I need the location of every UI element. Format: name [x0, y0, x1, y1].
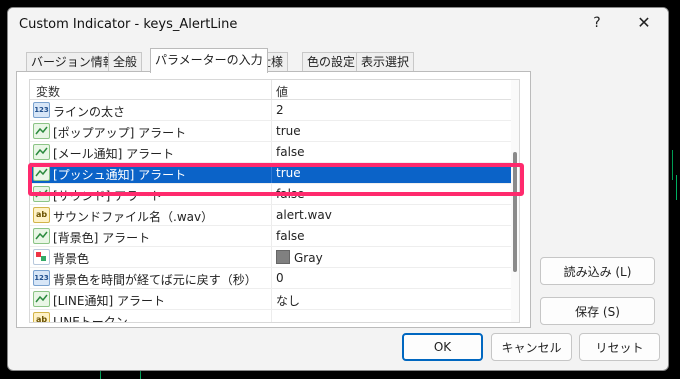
save-button[interactable]: 保存 (S): [540, 297, 655, 325]
tab-strip: バージョン情報 全般 パラメーターの入力 仕様 色の設定 表示選択: [16, 48, 668, 73]
param-value[interactable]: 2: [276, 103, 284, 117]
table-row[interactable]: [メール通知] アラート false: [30, 142, 511, 163]
tab-display-selection[interactable]: 表示選択: [356, 52, 415, 72]
param-name: サウンドファイル名（.wav）: [53, 210, 214, 224]
toggle-icon: [33, 228, 50, 244]
table-row[interactable]: [LINE通知] アラート なし: [30, 289, 511, 310]
parameters-grid: 変数 値 123 ラインの太さ 2 [ポップアップ] アラート true [メー…: [29, 79, 520, 323]
ok-button[interactable]: OK: [402, 333, 483, 361]
vertical-scrollbar[interactable]: [511, 80, 519, 322]
parameters-panel: 変数 値 123 ラインの太さ 2 [ポップアップ] アラート true [メー…: [16, 71, 531, 328]
cancel-button[interactable]: キャンセル: [491, 333, 572, 361]
custom-indicator-dialog: Custom Indicator - keys_AlertLine ? ✕ バー…: [7, 7, 669, 371]
highlight-frame: [28, 163, 524, 196]
param-name: LINEトークン: [53, 315, 128, 323]
title-bar: Custom Indicator - keys_AlertLine ? ✕: [8, 8, 668, 42]
param-value[interactable]: なし: [276, 292, 300, 309]
param-value[interactable]: false: [276, 145, 305, 159]
param-name: [ポップアップ] アラート: [53, 126, 187, 140]
param-name: [背景色] アラート: [53, 231, 151, 245]
param-name: ラインの太さ: [53, 105, 126, 119]
param-name: 背景色を時間が経てば元に戻す（秒）: [53, 273, 257, 287]
table-row[interactable]: ab サウンドファイル名（.wav） alert.wav: [30, 205, 511, 226]
table-row[interactable]: 123 背景色を時間が経てば元に戻す（秒） 0: [30, 268, 511, 289]
number-icon: 123: [33, 102, 50, 118]
chart-bar: [672, 150, 673, 180]
param-value[interactable]: 0: [276, 271, 284, 285]
param-name: 背景色: [53, 252, 90, 266]
param-name: [LINE通知] アラート: [53, 294, 165, 308]
param-value[interactable]: false: [276, 229, 305, 243]
table-row[interactable]: 背景色 Gray: [30, 247, 511, 268]
help-button[interactable]: ?: [590, 15, 604, 31]
header-value: 値: [276, 85, 289, 99]
table-row[interactable]: [ポップアップ] アラート true: [30, 121, 511, 142]
header-variable: 変数: [36, 85, 61, 99]
toggle-icon: [33, 144, 50, 160]
toggle-icon: [33, 123, 50, 139]
text-icon: ab: [33, 312, 50, 322]
chart-bar: [100, 370, 101, 379]
window-title: Custom Indicator - keys_AlertLine: [19, 17, 238, 32]
number-icon: 123: [33, 270, 50, 286]
param-value[interactable]: Gray: [276, 250, 323, 265]
chart-bar: [676, 175, 677, 200]
tab-color-settings[interactable]: 色の設定: [302, 52, 361, 72]
reset-button[interactable]: リセット: [579, 333, 660, 361]
grid-header: 変数 値: [30, 80, 511, 100]
table-row[interactable]: 123 ラインの太さ 2: [30, 100, 511, 121]
close-button[interactable]: ✕: [636, 13, 652, 32]
color-icon: [33, 249, 50, 265]
table-row[interactable]: ab LINEトークン: [30, 310, 511, 323]
tab-version-info[interactable]: バージョン情報: [26, 52, 120, 72]
param-name: [メール通知] アラート: [53, 147, 175, 161]
tab-general[interactable]: 全般: [108, 52, 143, 72]
tab-parameters[interactable]: パラメーターの入力: [150, 48, 268, 73]
table-row[interactable]: [背景色] アラート false: [30, 226, 511, 247]
param-value[interactable]: true: [276, 124, 301, 138]
color-swatch: [276, 250, 290, 264]
color-name: Gray: [294, 251, 323, 265]
text-icon: ab: [33, 207, 50, 223]
param-value[interactable]: alert.wav: [276, 208, 332, 222]
load-button[interactable]: 読み込み (L): [540, 257, 655, 285]
toggle-icon: [33, 291, 50, 307]
